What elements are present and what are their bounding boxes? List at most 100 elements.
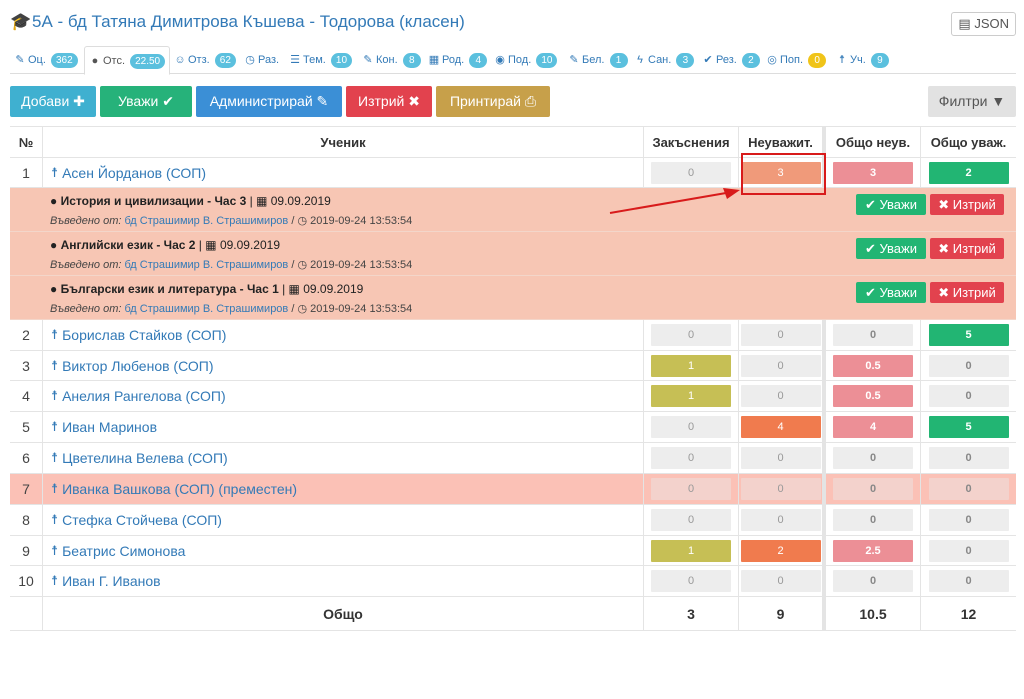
table-row[interactable]: 10 ☨ Иван Г. Иванов 0 0 0 0 xyxy=(10,566,1016,597)
calendar-icon: ▦ xyxy=(428,54,440,66)
late-value: 1 xyxy=(651,354,731,377)
person-icon: ☨ xyxy=(51,419,59,434)
users-icon: ☺ xyxy=(174,54,186,66)
total-unexcused-value: 0 xyxy=(833,478,913,500)
tab-badge: 10 xyxy=(536,53,558,68)
column-header-no[interactable]: № xyxy=(10,127,43,157)
table-row[interactable]: 4 ☨ Анелия Рангелова (СОП) 1 0 0.5 0 xyxy=(10,381,1016,412)
person-icon: ☨ xyxy=(51,481,59,496)
detail-excuse-button[interactable]: ✔ Уважи xyxy=(856,238,926,259)
exclamation-circle-icon: ● xyxy=(50,194,58,208)
student-name[interactable]: ☨ Иванка Вашкова (СОП) (преместен) xyxy=(43,474,644,504)
detail-delete-button[interactable]: ✖ Изтрий xyxy=(930,282,1004,303)
tab-badge: 2 xyxy=(741,53,760,68)
table-row[interactable]: 2 ☨ Борислав Стайков (СОП) 0 0 0 5 xyxy=(10,320,1016,351)
student-name[interactable]: ☨ Борислав Стайков (СОП) xyxy=(43,320,644,350)
column-header-total-excused[interactable]: Общо уваж. xyxy=(921,127,1016,157)
total-excused-value: 0 xyxy=(928,478,1009,500)
total-unexcused-value: 0.5 xyxy=(833,354,913,377)
teacher-link[interactable]: бд Страшимир В. Страшимиров xyxy=(125,215,289,227)
table-row[interactable]: 8 ☨ Стефка Стойчева (СОП) 0 0 0 0 xyxy=(10,505,1016,536)
graduation-cap-icon: 🎓 xyxy=(10,12,32,31)
late-value: 0 xyxy=(651,570,731,592)
toolbar: Добави ✚ Уважи ✔ Администрирай ✎ Изтрий … xyxy=(10,86,1016,118)
column-header-total-unexcused[interactable]: Общо неув. xyxy=(826,127,921,157)
student-name[interactable]: ☨ Асен Йорданов (СОП) xyxy=(43,158,644,187)
row-number: 5 xyxy=(10,412,43,442)
row-number: 8 xyxy=(10,505,43,535)
totals-label: Общо xyxy=(43,597,644,630)
unexcused-value[interactable]: 2 xyxy=(740,539,821,562)
excuse-button[interactable]: Уважи ✔ xyxy=(100,86,192,117)
check-circle-icon: ✔ xyxy=(703,54,713,66)
row-number: 2 xyxy=(10,320,43,350)
total-excused-value: 0 xyxy=(928,447,1009,469)
tab-supervision[interactable]: ◉ Под. 10 xyxy=(490,46,561,74)
table-row[interactable]: 6 ☨ Цветелина Велева (СОП) 0 0 0 0 xyxy=(10,443,1016,474)
detail-excuse-button[interactable]: ✔ Уважи xyxy=(856,282,926,303)
teacher-link[interactable]: бд Страшимир В. Страшимиров xyxy=(125,303,289,315)
teacher-link[interactable]: бд Страшимир В. Страшимиров xyxy=(125,259,289,271)
table-row-moved[interactable]: 7 ☨ Иванка Вашкова (СОП) (преместен) 0 0 … xyxy=(10,474,1016,505)
detail-delete-button[interactable]: ✖ Изтрий xyxy=(930,238,1004,259)
student-name[interactable]: ☨ Цветелина Велева (СОП) xyxy=(43,443,644,473)
tab-absences[interactable]: ● Отс. 22.50 xyxy=(84,46,171,75)
filters-button[interactable]: Филтри ▼ xyxy=(928,86,1016,117)
person-icon: ☨ xyxy=(839,54,845,66)
administer-button[interactable]: Администрирай ✎ xyxy=(196,86,342,117)
table-row[interactable]: 1 ☨ Асен Йорданов (СОП) 0 3 3 2 xyxy=(10,158,1016,188)
add-button[interactable]: Добави ✚ xyxy=(10,86,96,117)
tab-corrections[interactable]: ◎ Поп. 0 xyxy=(762,46,830,74)
tab-results[interactable]: ✔ Рез. 2 xyxy=(698,46,764,74)
total-unexcused-value: 0.5 xyxy=(833,385,913,407)
tab-grades[interactable]: ✎ Оц. 362 xyxy=(10,46,82,74)
tab-notes[interactable]: ✎ Бел. 1 xyxy=(564,46,632,74)
student-name[interactable]: ☨ Иван Маринов xyxy=(43,412,644,442)
tab-sanctions[interactable]: ϟ Сан. 3 xyxy=(630,46,698,74)
tab-students[interactable]: ☨ Уч. 9 xyxy=(832,46,893,74)
late-value: 0 xyxy=(651,509,731,531)
late-value: 1 xyxy=(651,385,731,407)
total-unexcused-value: 0 xyxy=(833,509,913,531)
total-excused-value: 0 xyxy=(928,570,1009,592)
tab-topics[interactable]: ☰ Тем. 10 xyxy=(285,46,356,74)
column-header-late[interactable]: Закъснения xyxy=(644,127,739,157)
exclamation-circle-icon: ● xyxy=(50,282,58,296)
student-name[interactable]: ☨ Анелия Рангелова (СОП) xyxy=(43,381,644,411)
row-number: 3 xyxy=(10,351,43,380)
json-button[interactable]: ▤ JSON xyxy=(951,12,1016,36)
tab-badge: 1 xyxy=(609,53,628,68)
unexcused-value: 0 xyxy=(740,509,821,531)
delete-button[interactable]: Изтрий ✖ xyxy=(346,86,432,117)
unexcused-value: 0 xyxy=(740,478,821,500)
tab-badge: 62 xyxy=(214,53,236,68)
tab-schedule[interactable]: ◷ Раз. xyxy=(240,46,283,74)
person-icon: ☨ xyxy=(51,164,59,180)
print-button[interactable]: Принтирай ⎙ xyxy=(436,86,550,117)
late-value: 0 xyxy=(651,416,731,438)
detail-delete-button[interactable]: ✖ Изтрий xyxy=(930,194,1004,215)
table-row[interactable]: 9 ☨ Беатрис Симонова 1 2 2.5 0 xyxy=(10,536,1016,566)
table-row[interactable]: 5 ☨ Иван Маринов 0 4 4 5 xyxy=(10,412,1016,443)
life-ring-icon: ◎ xyxy=(767,54,777,66)
detail-excuse-button[interactable]: ✔ Уважи xyxy=(856,194,926,215)
table-row[interactable]: 3 ☨ Виктор Любенов (СОП) 1 0 0.5 0 xyxy=(10,351,1016,381)
tab-tests[interactable]: ✎ Кон. 8 xyxy=(358,46,425,74)
unexcused-value[interactable]: 4 xyxy=(740,416,821,438)
edit-icon: ✎ xyxy=(569,54,579,66)
student-name[interactable]: ☨ Виктор Любенов (СОП) xyxy=(43,351,644,380)
student-name[interactable]: ☨ Беатрис Симонова xyxy=(43,536,644,565)
total-excused-value: 0 xyxy=(928,354,1009,377)
student-name[interactable]: ☨ Иван Г. Иванов xyxy=(43,566,644,596)
edit-icon: ✎ xyxy=(363,54,373,66)
student-name[interactable]: ☨ Стефка Стойчева (СОП) xyxy=(43,505,644,535)
total-unexcused-value: 4 xyxy=(833,416,913,438)
total-late: 3 xyxy=(644,597,739,630)
tab-feedback[interactable]: ☺ Отз. 62 xyxy=(170,46,240,74)
tab-badge: 3 xyxy=(676,53,695,68)
tab-parents[interactable]: ▦ Род. 4 xyxy=(424,46,491,74)
tab-badge: 9 xyxy=(870,53,889,68)
total-unexcused-value: 0 xyxy=(833,570,913,592)
pencil-icon: ✎ xyxy=(15,54,25,66)
column-header-student[interactable]: Ученик xyxy=(43,127,644,157)
